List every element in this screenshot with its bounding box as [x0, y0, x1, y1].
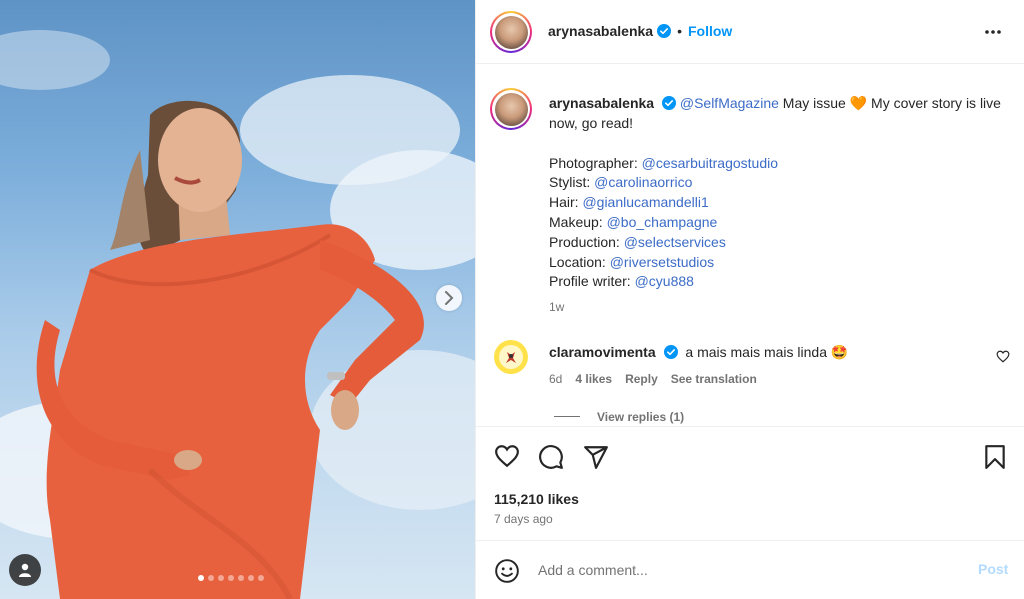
- more-options-icon[interactable]: [984, 24, 1002, 40]
- credit-label: Photographer:: [549, 154, 642, 171]
- carousel-dot: [238, 575, 244, 581]
- credit-label: Makeup:: [549, 213, 607, 230]
- heart-emoji: 🧡: [849, 95, 868, 111]
- caption-text: May issue: [778, 95, 850, 111]
- post-caption: arynasabalenka @SelfMagazine May issue 🧡…: [549, 94, 1009, 318]
- credit-line: Stylist: @carolinaorrico: [549, 173, 1009, 193]
- credit-line: Production: @selectservices: [549, 233, 1009, 253]
- see-translation-button[interactable]: See translation: [671, 372, 757, 386]
- commenter-username[interactable]: claramovimenta: [549, 344, 656, 360]
- comment-likes[interactable]: 4 likes: [575, 372, 612, 386]
- author-username[interactable]: arynasabalenka: [548, 23, 653, 39]
- credit-label: Stylist:: [549, 174, 595, 191]
- user-icon: [19, 563, 31, 577]
- credit-line: Photographer: @cesarbuitragostudio: [549, 154, 1009, 174]
- comment-bubble-icon[interactable]: [538, 444, 564, 470]
- carousel-dot: [258, 575, 264, 581]
- credit-handle-link[interactable]: @cesarbuitragostudio: [642, 155, 778, 171]
- commenter-avatar[interactable]: [494, 340, 528, 374]
- tagged-users-button[interactable]: [9, 554, 41, 586]
- carousel-dot: [208, 575, 214, 581]
- caption-author-username[interactable]: arynasabalenka: [549, 95, 654, 111]
- comment-like-icon[interactable]: [996, 350, 1010, 363]
- credit-label: Hair:: [549, 194, 583, 211]
- credit-handle-link[interactable]: @riversetstudios: [610, 254, 714, 270]
- post-date[interactable]: 7 days ago: [494, 512, 553, 526]
- comment-meta: 6d 4 likes Reply See translation: [549, 372, 757, 386]
- credit-line: Location: @riversetstudios: [549, 253, 1009, 273]
- carousel-dot: [228, 575, 234, 581]
- credit-handle-link[interactable]: @gianlucamandelli1: [582, 194, 708, 210]
- separator-dot: •: [677, 23, 682, 39]
- like-heart-icon[interactable]: [494, 444, 520, 468]
- carousel-dot: [248, 575, 254, 581]
- share-send-icon[interactable]: [583, 444, 609, 470]
- next-slide-button[interactable]: [436, 285, 462, 311]
- credit-label: Production:: [549, 233, 624, 250]
- verified-badge-icon: [657, 24, 672, 38]
- credit-label: Profile writer:: [549, 273, 635, 290]
- caption-timestamp[interactable]: 1w: [549, 298, 1009, 318]
- comment-age[interactable]: 6d: [549, 372, 562, 386]
- credits-list: Photographer: @cesarbuitragostudio Stylis…: [549, 154, 1009, 293]
- credit-label: Location:: [549, 253, 610, 270]
- comment-text: a mais mais mais linda 🤩: [685, 344, 849, 360]
- post-media[interactable]: [0, 0, 475, 599]
- verified-badge-icon: [661, 96, 676, 110]
- replies-divider: [554, 416, 580, 417]
- post-photo: [0, 30, 475, 599]
- credit-line: Profile writer: @cyu888: [549, 272, 1009, 292]
- comment-input[interactable]: [538, 559, 958, 581]
- profile-photo-icon: [494, 92, 528, 126]
- follow-button[interactable]: Follow: [688, 23, 732, 39]
- chevron-right-icon: [445, 291, 454, 305]
- post-actions: 115,210 likes 7 days ago: [476, 426, 1024, 540]
- caption-author-avatar[interactable]: [490, 88, 532, 130]
- verified-badge-icon: [663, 345, 678, 359]
- save-bookmark-icon[interactable]: [984, 444, 1006, 470]
- credit-handle-link[interactable]: @bo_champagne: [607, 214, 718, 230]
- post-header: arynasabalenka • Follow: [476, 0, 1024, 64]
- mention-link[interactable]: @SelfMagazine: [680, 95, 779, 111]
- credit-handle-link[interactable]: @cyu888: [635, 273, 694, 289]
- comment-composer: Post: [476, 540, 1024, 599]
- reply-button[interactable]: Reply: [625, 372, 658, 386]
- carousel-indicator: [198, 575, 264, 581]
- comment-body: claramovimenta a mais mais mais linda 🤩: [549, 343, 989, 361]
- commenter-logo-icon: [499, 345, 523, 369]
- credit-line: Hair: @gianlucamandelli1: [549, 193, 1009, 213]
- likes-count[interactable]: 115,210 likes: [494, 491, 579, 507]
- credit-line: Makeup: @bo_champagne: [549, 213, 1009, 233]
- credit-handle-link[interactable]: @selectservices: [624, 234, 726, 250]
- credit-handle-link[interactable]: @carolinaorrico: [594, 174, 692, 190]
- post-comment-button[interactable]: Post: [978, 561, 1008, 577]
- post-detail-panel: arynasabalenka • Follow arynasabalenka @…: [475, 0, 1024, 599]
- emoji-icon[interactable]: [494, 558, 520, 584]
- author-avatar[interactable]: [490, 11, 532, 53]
- view-replies-button[interactable]: View replies (1): [597, 410, 684, 424]
- carousel-dot: [198, 575, 204, 581]
- carousel-dot: [218, 575, 224, 581]
- comments-section[interactable]: arynasabalenka @SelfMagazine May issue 🧡…: [476, 64, 1024, 426]
- profile-photo-icon: [494, 15, 528, 49]
